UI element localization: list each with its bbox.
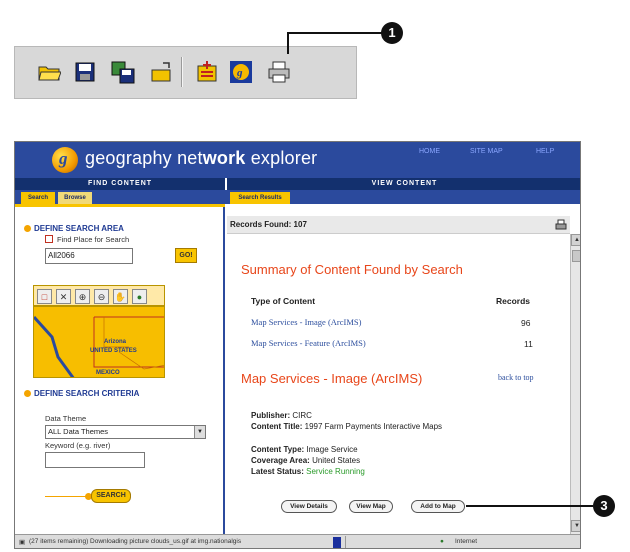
browser-window: g geography network explorer HOME SITE M… xyxy=(14,141,581,549)
records-bar: Records Found: 107 xyxy=(227,216,570,234)
print-icon[interactable] xyxy=(555,219,567,231)
callout-1-badge: 1 xyxy=(381,22,403,44)
keyword-input[interactable] xyxy=(45,452,145,468)
zoom-out-icon[interactable]: ⊖ xyxy=(94,289,109,304)
scroll-up-icon[interactable]: ▲ xyxy=(571,234,580,246)
map-label-us: UNITED STATES xyxy=(90,348,137,354)
home-link[interactable]: HOME xyxy=(419,148,440,155)
tab-search[interactable]: Search xyxy=(21,192,55,204)
view-details-button[interactable]: View Details xyxy=(281,500,337,513)
coverage-line: Coverage Area: United States xyxy=(251,456,361,465)
search-button[interactable]: SEARCH xyxy=(91,489,131,503)
zoom-in-icon[interactable]: ⊕ xyxy=(75,289,90,304)
map-label-mexico: MEXICO xyxy=(96,370,120,376)
view-map-button[interactable]: View Map xyxy=(349,500,393,513)
geography-network-icon[interactable]: g xyxy=(229,60,253,84)
map-tools-bar: □ ✕ ⊕ ⊖ ✋ ● xyxy=(33,285,165,306)
define-search-area-heading: DEFINE SEARCH AREA xyxy=(34,224,124,233)
keyword-label: Keyword (e.g. river) xyxy=(45,441,111,450)
find-place-checkbox[interactable] xyxy=(45,235,53,243)
result-count-image: 96 xyxy=(521,318,531,328)
add-data-icon[interactable] xyxy=(195,60,219,84)
select-box-icon[interactable]: □ xyxy=(37,289,52,304)
result-link-feature[interactable]: Map Services - Feature (ArcIMS) xyxy=(251,338,366,348)
result-count-feature: 11 xyxy=(524,339,533,349)
status-line: Latest Status: Service Running xyxy=(251,467,365,476)
zone-label: Internet xyxy=(455,538,478,545)
view-content-bar: VIEW CONTENT xyxy=(227,178,580,190)
open-layer-icon[interactable] xyxy=(149,60,173,84)
toolbar-separator xyxy=(181,57,183,87)
open-folder-icon[interactable] xyxy=(37,60,61,84)
define-search-criteria-heading: DEFINE SEARCH CRITERIA xyxy=(34,389,140,398)
scroll-thumb[interactable] xyxy=(572,250,580,262)
logo-letter: g xyxy=(59,149,68,168)
data-theme-select[interactable]: ALL Data Themes ▼ xyxy=(45,425,206,439)
result-link-image[interactable]: Map Services - Image (ArcIMS) xyxy=(251,317,361,327)
bullet-icon xyxy=(24,390,31,397)
clear-icon[interactable]: ✕ xyxy=(56,289,71,304)
status-divider xyxy=(345,536,425,548)
pan-hand-icon[interactable]: ✋ xyxy=(113,289,128,304)
internet-zone-icon: ● xyxy=(440,538,444,545)
page-icon: ▣ xyxy=(19,539,26,546)
left-panel-accent xyxy=(15,204,225,207)
type-of-content-header: Type of Content xyxy=(251,296,316,306)
records-found: Records Found: 107 xyxy=(230,220,307,229)
save-icon[interactable] xyxy=(73,60,97,84)
view-content-panel xyxy=(227,204,570,534)
records-header: Records xyxy=(496,296,531,306)
data-theme-label: Data Theme xyxy=(45,414,87,423)
summary-title: Summary of Content Found by Search xyxy=(241,262,463,277)
site-brand: geography network explorer xyxy=(85,148,318,168)
globe-icon[interactable]: ● xyxy=(132,289,147,304)
arcmap-toolbar: g xyxy=(14,46,357,99)
site-map-link[interactable]: SITE MAP xyxy=(470,148,503,155)
status-bar: ▣ (27 items remaining) Downloading pictu… xyxy=(15,534,580,548)
data-theme-value: ALL Data Themes xyxy=(48,427,109,436)
scroll-down-icon[interactable]: ▼ xyxy=(571,520,580,532)
find-place-label: Find Place for Search xyxy=(57,235,130,244)
help-link[interactable]: HELP xyxy=(536,148,554,155)
callout-1-leader-h xyxy=(287,32,385,34)
go-button[interactable]: GO! xyxy=(175,248,197,263)
svg-text:g: g xyxy=(236,67,243,79)
place-input[interactable]: All2066 xyxy=(45,248,133,264)
bullet-icon xyxy=(24,225,31,232)
callout-3-leader xyxy=(466,505,593,507)
tab-browse[interactable]: Browse xyxy=(58,192,92,204)
content-type-line: Content Type: Image Service xyxy=(251,445,358,454)
add-to-map-button[interactable]: Add to Map xyxy=(411,500,465,513)
section-title: Map Services - Image (ArcIMS) xyxy=(241,371,423,386)
search-area-map[interactable]: Arizona UNITED STATES MEXICO xyxy=(33,306,165,378)
search-leader xyxy=(45,496,90,497)
site-header: g geography network explorer HOME SITE M… xyxy=(15,142,580,178)
map-label-arizona: Arizona xyxy=(104,339,127,345)
tab-search-results[interactable]: Search Results xyxy=(230,192,290,204)
tab-row xyxy=(15,190,580,204)
save-as-icon[interactable] xyxy=(111,60,135,84)
find-content-bar: FIND CONTENT xyxy=(15,178,225,190)
chevron-down-icon[interactable]: ▼ xyxy=(194,426,205,438)
status-text: (27 items remaining) Downloading picture… xyxy=(29,538,242,545)
content-title-line: Content Title: 1997 Farm Payments Intera… xyxy=(251,422,443,431)
callout-1-leader xyxy=(287,32,289,54)
progress-indicator xyxy=(333,537,341,548)
print-icon[interactable] xyxy=(267,60,291,84)
callout-3-badge: 3 xyxy=(593,495,615,517)
publisher-line: Publisher: CIRC xyxy=(251,411,312,420)
map-graphic xyxy=(34,315,164,377)
back-to-top-link[interactable]: back to top xyxy=(498,373,534,382)
right-scrollbar[interactable]: ▲ ▼ xyxy=(570,234,580,534)
